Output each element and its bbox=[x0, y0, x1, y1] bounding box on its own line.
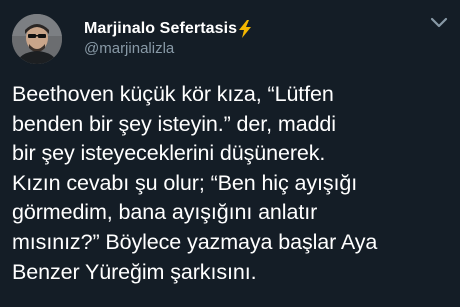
user-handle[interactable]: @marjinalizla bbox=[84, 40, 174, 57]
display-name-row[interactable]: Marjinalo Sefertasis bbox=[84, 18, 252, 40]
display-name[interactable]: Marjinalo Sefertasis bbox=[84, 20, 237, 38]
avatar-image bbox=[12, 14, 62, 64]
tweet-text: Beethoven küçük kör kıza, “Lütfen benden… bbox=[12, 82, 378, 284]
chevron-down-icon[interactable] bbox=[428, 14, 450, 32]
avatar[interactable] bbox=[12, 14, 62, 64]
tweet-card: Marjinalo Sefertasis @marjinalizla Beeth… bbox=[0, 0, 460, 307]
lightning-bolt-icon bbox=[239, 20, 252, 38]
